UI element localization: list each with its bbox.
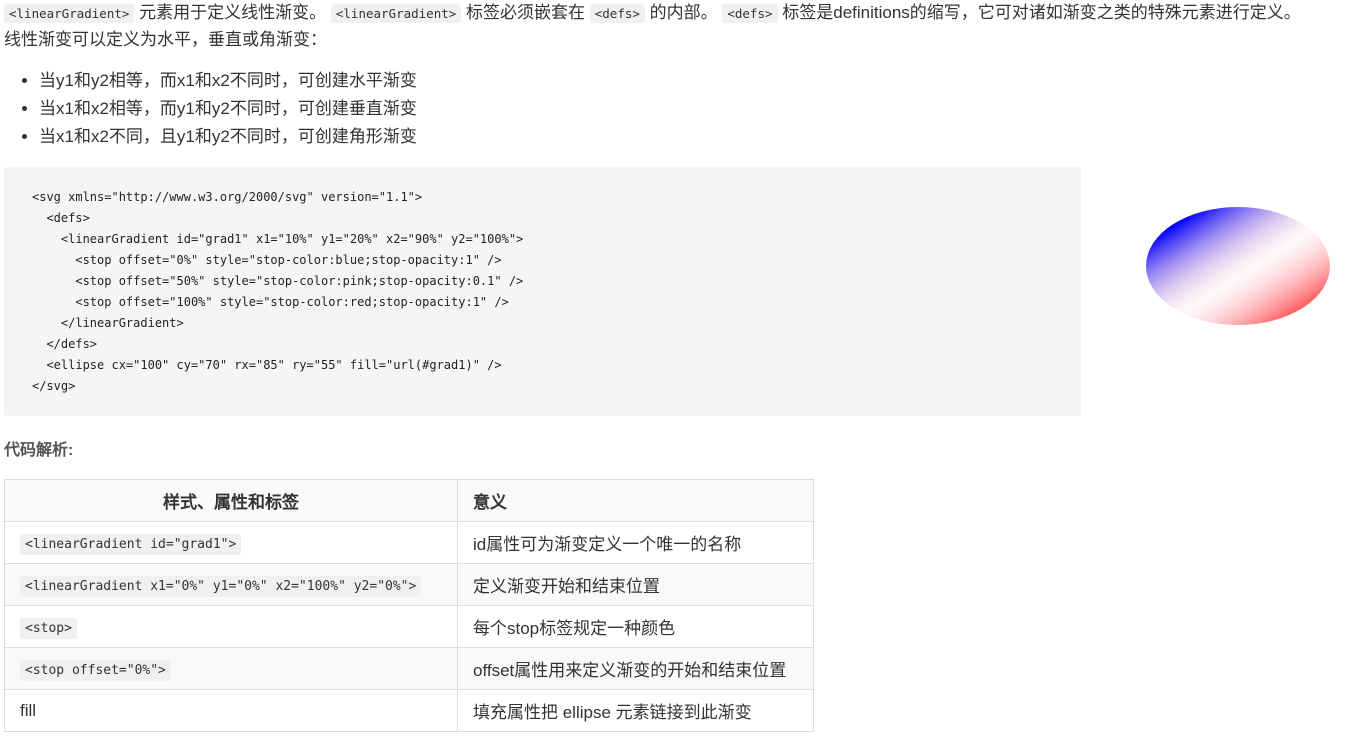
- table-cell: <stop offset="0%">: [4, 647, 458, 690]
- code-line: </svg>: [32, 379, 76, 393]
- table-cell: <linearGradient id="grad1">: [4, 521, 458, 564]
- intro-line-2: 线性渐变可以定义为水平，垂直或角渐变：: [4, 30, 327, 49]
- code-line: </defs>: [32, 337, 98, 351]
- gradient-ellipse-preview: [1146, 207, 1330, 325]
- attributes-table: 样式、属性和标签 意义 <linearGradient id="grad1"> …: [4, 479, 814, 732]
- code-line: </linearGradient>: [32, 316, 184, 330]
- table-cell: <stop>: [4, 605, 458, 648]
- table-row: <linearGradient x1="0%" y1="0%" x2="100%…: [4, 563, 814, 606]
- list-item: 当x1和x2不同，且y1和y2不同时，可创建角形渐变: [39, 123, 417, 151]
- code-line: <ellipse cx="100" cy="70" rx="85" ry="55…: [32, 358, 502, 372]
- table-row: <linearGradient id="grad1"> id属性可为渐变定义一个…: [4, 521, 814, 564]
- table-header-row: 样式、属性和标签 意义: [4, 479, 814, 522]
- table-cell: fill: [4, 689, 458, 732]
- column-header: 意义: [457, 479, 814, 522]
- code-line: <stop offset="0%" style="stop-color:blue…: [32, 253, 502, 267]
- inline-code: <linearGradient>: [4, 4, 135, 23]
- code-line: <stop offset="50%" style="stop-color:pin…: [32, 274, 524, 288]
- gradient-types-list: 当y1和y2相等，而x1和x2不同时，可创建水平渐变 当x1和x2相等，而y1和…: [0, 67, 417, 151]
- code-line: <linearGradient id="grad1" x1="10%" y1="…: [32, 232, 524, 246]
- inline-code: <defs>: [589, 4, 645, 23]
- table-cell: 每个stop标签规定一种颜色: [457, 605, 814, 648]
- intro-text: 元素用于定义线性渐变。: [134, 3, 331, 22]
- code-example-block[interactable]: <svg xmlns="http://www.w3.org/2000/svg" …: [4, 167, 1081, 416]
- analysis-heading: 代码解析:: [4, 442, 74, 459]
- column-header: 样式、属性和标签: [4, 479, 458, 522]
- cell-code: <stop offset="0%">: [20, 659, 171, 681]
- table-cell: 填充属性把 ellipse 元素链接到此渐变: [457, 689, 814, 732]
- cell-code: <linearGradient x1="0%" y1="0%" x2="100%…: [20, 575, 422, 597]
- intro-text: 标签是definitions的缩写，它可对诸如渐变之类的特殊元素进行定义。: [777, 3, 1301, 22]
- intro-text: 标签必须嵌套在: [461, 3, 590, 22]
- code-line: <svg xmlns="http://www.w3.org/2000/svg" …: [32, 190, 423, 204]
- list-item: 当x1和x2相等，而y1和y2不同时，可创建垂直渐变: [39, 95, 417, 123]
- table-row: <stop offset="0%"> offset属性用来定义渐变的开始和结束位…: [4, 647, 814, 690]
- article-content: <linearGradient> 元素用于定义线性渐变。 <linearGrad…: [0, 0, 1350, 746]
- intro-paragraph: <linearGradient> 元素用于定义线性渐变。 <linearGrad…: [4, 0, 1344, 53]
- intro-text: 的内部。: [644, 3, 723, 22]
- gradient-ellipse: [1146, 207, 1330, 325]
- inline-code: <linearGradient>: [330, 4, 462, 23]
- code-line: <stop offset="100%" style="stop-color:re…: [32, 295, 509, 309]
- table-row: <stop> 每个stop标签规定一种颜色: [4, 605, 814, 648]
- table-cell: <linearGradient x1="0%" y1="0%" x2="100%…: [4, 563, 458, 606]
- inline-code: <defs>: [722, 4, 778, 23]
- table-cell: offset属性用来定义渐变的开始和结束位置: [457, 647, 814, 690]
- cell-code: <stop>: [20, 617, 77, 639]
- list-item: 当y1和y2相等，而x1和x2不同时，可创建水平渐变: [39, 67, 417, 95]
- table-row: fill 填充属性把 ellipse 元素链接到此渐变: [4, 689, 814, 732]
- code-line: <defs>: [32, 211, 90, 225]
- table-cell: 定义渐变开始和结束位置: [457, 563, 814, 606]
- table-cell: id属性可为渐变定义一个唯一的名称: [457, 521, 814, 564]
- cell-code: <linearGradient id="grad1">: [20, 533, 242, 555]
